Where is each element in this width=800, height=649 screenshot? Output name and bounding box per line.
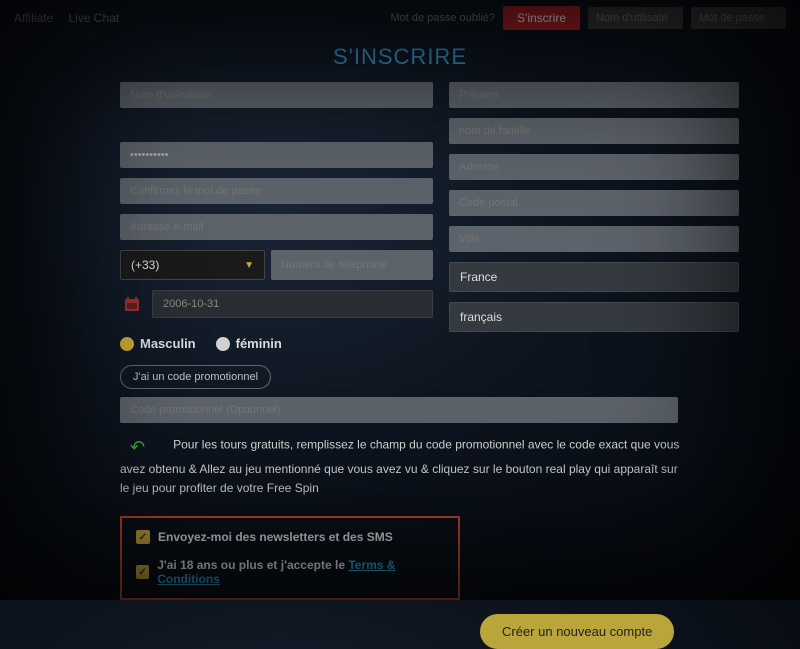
- confirm-password-field[interactable]: [120, 178, 433, 204]
- radio-dot-icon: [216, 337, 230, 351]
- arrow-up-icon: ↶: [130, 433, 145, 462]
- password-field[interactable]: [120, 142, 433, 168]
- username-input-top[interactable]: [588, 7, 683, 29]
- affiliate-link[interactable]: Affiliate: [14, 11, 53, 25]
- newsletter-checkbox[interactable]: ✓: [136, 530, 150, 544]
- address-field[interactable]: [449, 154, 739, 180]
- forgot-password-link[interactable]: Mot de passe oublié?: [390, 12, 495, 24]
- gender-male-label: Masculin: [140, 336, 196, 351]
- country-select[interactable]: France: [449, 262, 739, 292]
- phone-number-field[interactable]: [271, 250, 433, 280]
- consent-box: ✓ Envoyez-moi des newsletters et des SMS…: [120, 516, 460, 600]
- firstname-field[interactable]: [449, 82, 739, 108]
- password-input-top[interactable]: [691, 7, 786, 29]
- create-account-button[interactable]: Créer un nouveau compte: [480, 614, 674, 649]
- dob-field[interactable]: [152, 290, 433, 318]
- age-label: J'ai 18 ans ou plus et j'accepte le Term…: [157, 558, 444, 586]
- signup-button[interactable]: S'inscrire: [503, 6, 580, 30]
- promo-hint: ↶Pour les tours gratuits, remplissez le …: [120, 431, 680, 498]
- username-field[interactable]: [120, 82, 433, 108]
- gender-female-radio[interactable]: féminin: [216, 336, 282, 351]
- language-select[interactable]: français: [449, 302, 739, 332]
- promo-code-field[interactable]: [120, 397, 678, 423]
- live-chat-link[interactable]: Live Chat: [68, 11, 119, 25]
- email-field[interactable]: [120, 214, 433, 240]
- zip-field[interactable]: [449, 190, 739, 216]
- chevron-down-icon: ▼: [244, 260, 254, 271]
- age-checkbox[interactable]: ✓: [136, 565, 149, 579]
- phone-code-select[interactable]: (+33) ▼: [120, 250, 265, 280]
- radio-dot-icon: [120, 337, 134, 351]
- lastname-field[interactable]: [449, 118, 739, 144]
- gender-male-radio[interactable]: Masculin: [120, 336, 196, 351]
- promo-code-toggle[interactable]: J'ai un code promotionnel: [120, 365, 271, 389]
- calendar-icon: [120, 292, 144, 316]
- page-title: S'INSCRIRE: [0, 44, 800, 70]
- newsletter-label: Envoyez-moi des newsletters et des SMS: [158, 530, 393, 544]
- city-field[interactable]: [449, 226, 739, 252]
- gender-female-label: féminin: [236, 336, 282, 351]
- phone-code-value: (+33): [131, 258, 159, 272]
